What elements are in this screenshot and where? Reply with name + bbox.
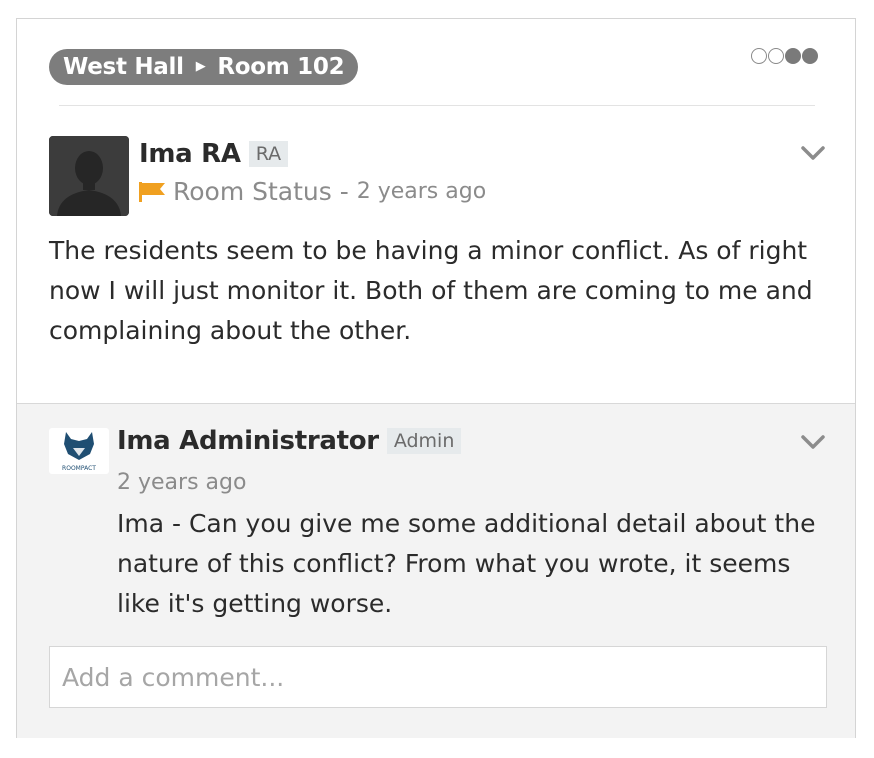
status-indicator [751,48,818,64]
header-divider [59,105,815,106]
post-body: The residents seem to be having a minor … [49,236,813,345]
meta-separator: - [331,177,357,206]
post-card: West Hall ▶ Room 102 Ima RA RA Room Stat… [16,18,856,738]
commenter-name[interactable]: Ima Administrator [117,426,379,456]
status-dot-filled-icon [785,48,801,64]
breadcrumb-room[interactable]: Room 102 [217,54,344,80]
commenter-role-badge: Admin [386,428,462,454]
post-options-chevron-down-icon[interactable] [800,145,826,163]
role-badge: RA [248,141,289,167]
status-dot-filled-icon [802,48,818,64]
commenter-avatar[interactable]: ROOMPACT [49,428,109,474]
comment-options-chevron-down-icon[interactable] [800,434,826,452]
status-dot-empty-icon [751,48,767,64]
comment-body: Ima - Can you give me some additional de… [117,509,816,618]
post-author: Ima RA RA [139,139,289,169]
breadcrumb-building[interactable]: West Hall [63,54,184,80]
post-time: 2 years ago [356,179,487,204]
comments-section: ROOMPACT Ima Administrator Admin 2 years… [17,403,855,738]
comment-author: Ima Administrator Admin [117,426,462,456]
comment-time: 2 years ago [117,470,247,495]
breadcrumb[interactable]: West Hall ▶ Room 102 [49,49,359,85]
author-avatar[interactable] [49,136,129,216]
add-comment-input[interactable] [49,646,827,708]
post-meta: Room Status - 2 years ago [139,177,486,206]
logo-text: ROOMPACT [62,465,96,472]
breadcrumb-separator-icon: ▶ [195,58,206,74]
flag-icon [139,181,165,202]
post-category[interactable]: Room Status [173,177,332,206]
status-dot-empty-icon [768,48,784,64]
roompact-logo-icon: ROOMPACT [62,432,96,472]
person-silhouette-icon [49,136,129,216]
author-name[interactable]: Ima RA [139,139,241,169]
